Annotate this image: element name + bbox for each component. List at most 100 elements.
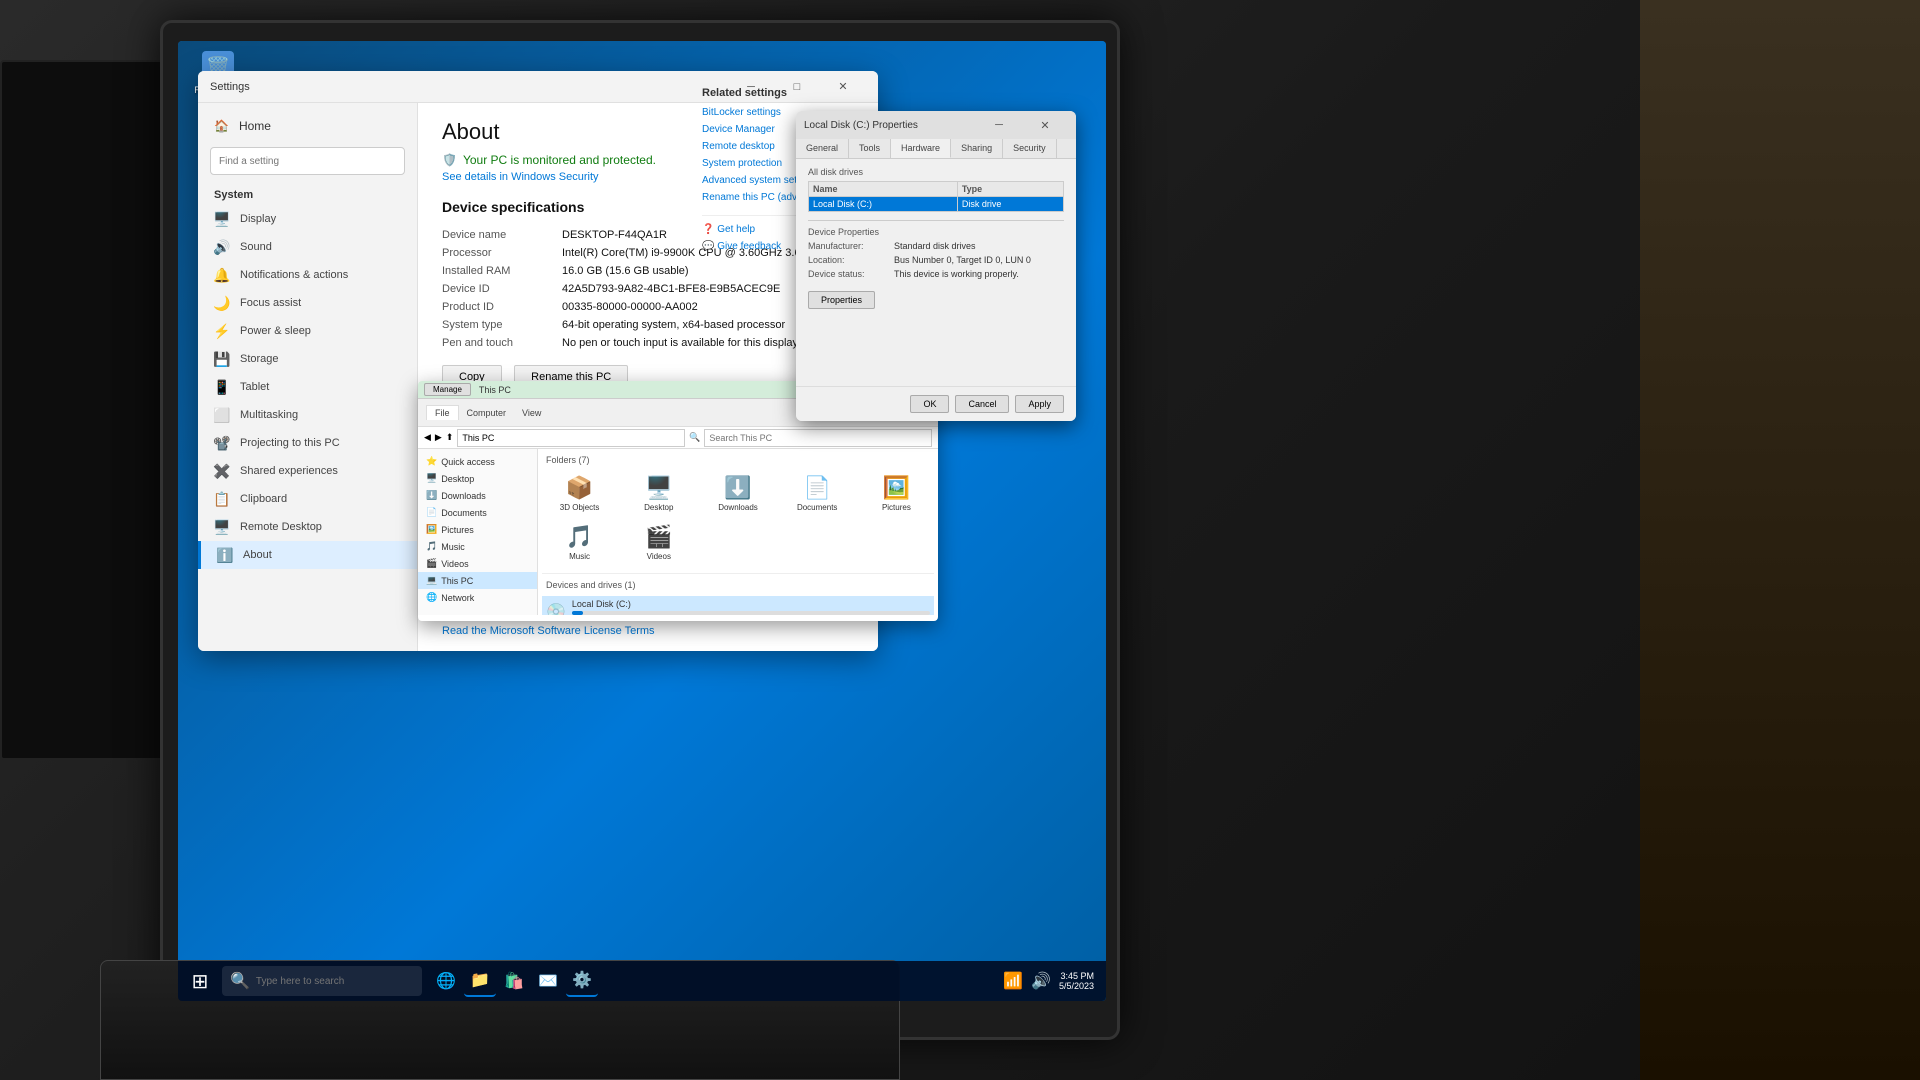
fe-tab-file[interactable]: File	[426, 405, 459, 420]
folders-grid: 📦 3D Objects 🖥️ Desktop ⬇️ Downloads	[542, 471, 934, 565]
taskbar-app-mail[interactable]: ✉️	[532, 965, 564, 997]
license-terms-link[interactable]: Read the Microsoft Software License Term…	[442, 625, 854, 637]
fe-nav-network[interactable]: 🌐 Network	[418, 589, 537, 606]
fe-search-input[interactable]	[704, 429, 932, 447]
folder-videos[interactable]: 🎬 Videos	[621, 520, 696, 565]
fe-nav-this-pc[interactable]: 💻 This PC	[418, 572, 537, 589]
fe-nav-quick-access[interactable]: ⭐ Quick access	[418, 453, 537, 470]
sidebar-item-clipboard[interactable]: 📋 Clipboard	[198, 485, 417, 513]
taskbar-app-settings[interactable]: ⚙️	[566, 965, 598, 997]
dp-tab-general[interactable]: General	[796, 139, 849, 158]
remote-icon: 🖥️	[214, 519, 230, 535]
folder-desktop-icon: 🖥️	[645, 475, 672, 501]
dp-properties-btn[interactable]: Properties	[808, 291, 875, 309]
start-button[interactable]: ⊞	[182, 963, 218, 999]
spec-pen-touch: Pen and touch No pen or touch input is a…	[442, 337, 854, 349]
quick-access-label: Quick access	[441, 457, 495, 467]
dp-minimize-btn[interactable]: ─	[976, 111, 1022, 141]
give-feedback-label: Give feedback	[717, 241, 781, 252]
sidebar-item-power[interactable]: ⚡ Power & sleep	[198, 317, 417, 345]
sidebar-item-focus[interactable]: 🌙 Focus assist	[198, 289, 417, 317]
folder-music[interactable]: 🎵 Music	[542, 520, 617, 565]
volume-icon[interactable]: 🔊	[1031, 971, 1051, 991]
fe-tab-computer[interactable]: Computer	[459, 406, 515, 420]
dp-drive-row[interactable]: Local Disk (C:) Disk drive	[809, 197, 1064, 212]
fe-search-icon[interactable]: 🔍	[689, 432, 700, 443]
clipboard-label: Clipboard	[240, 493, 287, 505]
fe-nav-music[interactable]: 🎵 Music	[418, 538, 537, 555]
nav-pictures-label: Pictures	[441, 525, 474, 535]
dp-prop-manufacturer: Manufacturer: Standard disk drives	[808, 241, 1064, 251]
nav-downloads-icon: ⬇️	[426, 490, 437, 501]
nav-videos-icon: 🎬	[426, 558, 437, 569]
fe-path-input[interactable]	[457, 429, 685, 447]
sidebar-item-about[interactable]: ℹ️ About	[198, 541, 417, 569]
folder-downloads[interactable]: ⬇️ Downloads	[700, 471, 775, 516]
fe-nav-pictures[interactable]: 🖼️ Pictures	[418, 521, 537, 538]
folder-music-icon: 🎵	[566, 524, 593, 550]
dp-ok-btn[interactable]: OK	[910, 395, 949, 413]
shared-icon: ✖️	[214, 463, 230, 479]
network-icon[interactable]: 📶	[1003, 971, 1023, 991]
folder-3d-objects[interactable]: 📦 3D Objects	[542, 471, 617, 516]
sidebar-item-display[interactable]: 🖥️ Display	[198, 205, 417, 233]
fe-nav-videos[interactable]: 🎬 Videos	[418, 555, 537, 572]
dp-tab-tools[interactable]: Tools	[849, 139, 891, 158]
folder-music-label: Music	[569, 552, 590, 561]
manage-button[interactable]: Manage	[424, 383, 471, 396]
nav-music-label: Music	[441, 542, 465, 552]
sidebar-home[interactable]: 🏠 Home	[198, 111, 417, 141]
dp-tab-security[interactable]: Security	[1003, 139, 1057, 158]
fe-tab-view[interactable]: View	[514, 406, 549, 420]
folder-pictures[interactable]: 🖼️ Pictures	[859, 471, 934, 516]
tablet-icon: 📱	[214, 379, 230, 395]
sidebar-search-input[interactable]	[210, 147, 405, 175]
drive-icon: 💿	[546, 602, 566, 616]
fe-nav-downloads[interactable]: ⬇️ Downloads	[418, 487, 537, 504]
dp-cancel-btn[interactable]: Cancel	[955, 395, 1009, 413]
sidebar-item-tablet[interactable]: 📱 Tablet	[198, 373, 417, 401]
dp-apply-btn[interactable]: Apply	[1015, 395, 1064, 413]
nav-network-icon: 🌐	[426, 592, 437, 603]
sidebar-item-shared[interactable]: ✖️ Shared experiences	[198, 457, 417, 485]
fe-up-icon[interactable]: ⬆	[446, 432, 454, 443]
sidebar-category: System	[198, 181, 417, 205]
dp-tab-sharing[interactable]: Sharing	[951, 139, 1003, 158]
taskbar: ⊞ 🔍 🌐 📁 🛍️ ✉️ ⚙️ 📶 🔊	[178, 961, 1106, 1001]
dp-drives-table: Name Type Local Disk (C:) Disk drive	[808, 181, 1064, 212]
dp-tab-hardware[interactable]: Hardware	[891, 139, 951, 158]
taskbar-app-store[interactable]: 🛍️	[498, 965, 530, 997]
notifications-icon: 🔔	[214, 267, 230, 283]
folder-desktop[interactable]: 🖥️ Desktop	[621, 471, 696, 516]
dp-status-label: Device status:	[808, 269, 888, 279]
fe-nav-documents[interactable]: 📄 Documents	[418, 504, 537, 521]
shared-label: Shared experiences	[240, 465, 338, 477]
fe-nav-desktop[interactable]: 🖥️ Desktop	[418, 470, 537, 487]
fe-back-icon[interactable]: ◀	[424, 432, 431, 443]
taskbar-search-box[interactable]: 🔍	[222, 966, 422, 996]
display-icon: 🖥️	[214, 211, 230, 227]
sidebar-item-sound[interactable]: 🔊 Sound	[198, 233, 417, 261]
nav-this-pc-label: This PC	[441, 576, 473, 586]
projecting-icon: 📽️	[214, 435, 230, 451]
quick-access-icon: ⭐	[426, 456, 437, 467]
taskbar-pinned-apps: 🌐 📁 🛍️ ✉️ ⚙️	[430, 965, 598, 997]
fe-forward-icon[interactable]: ▶	[435, 432, 442, 443]
sidebar-item-remote[interactable]: 🖥️ Remote Desktop	[198, 513, 417, 541]
drive-local-disk[interactable]: 💿 Local Disk (C:) 1.75 TB free of 1.81 T…	[542, 596, 934, 615]
taskbar-search-input[interactable]	[256, 976, 414, 987]
spec-label-system-type: System type	[442, 319, 562, 331]
taskbar-app-explorer[interactable]: 📁	[464, 965, 496, 997]
folder-3d-icon: 📦	[566, 475, 593, 501]
sidebar-item-storage[interactable]: 💾 Storage	[198, 345, 417, 373]
sidebar-item-multitasking[interactable]: ⬜ Multitasking	[198, 401, 417, 429]
fe-body: ⭐ Quick access 🖥️ Desktop ⬇️ Downloads	[418, 449, 938, 615]
folder-documents[interactable]: 📄 Documents	[780, 471, 855, 516]
taskbar-clock[interactable]: 3:45 PM 5/5/2023	[1059, 971, 1094, 991]
spec-label-product-id: Product ID	[442, 301, 562, 313]
sidebar-item-projecting[interactable]: 📽️ Projecting to this PC	[198, 429, 417, 457]
sidebar-item-notifications[interactable]: 🔔 Notifications & actions	[198, 261, 417, 289]
protected-label: Your PC is monitored and protected.	[463, 153, 656, 167]
taskbar-app-edge[interactable]: 🌐	[430, 965, 462, 997]
dp-close-btn[interactable]: ✕	[1022, 111, 1068, 141]
